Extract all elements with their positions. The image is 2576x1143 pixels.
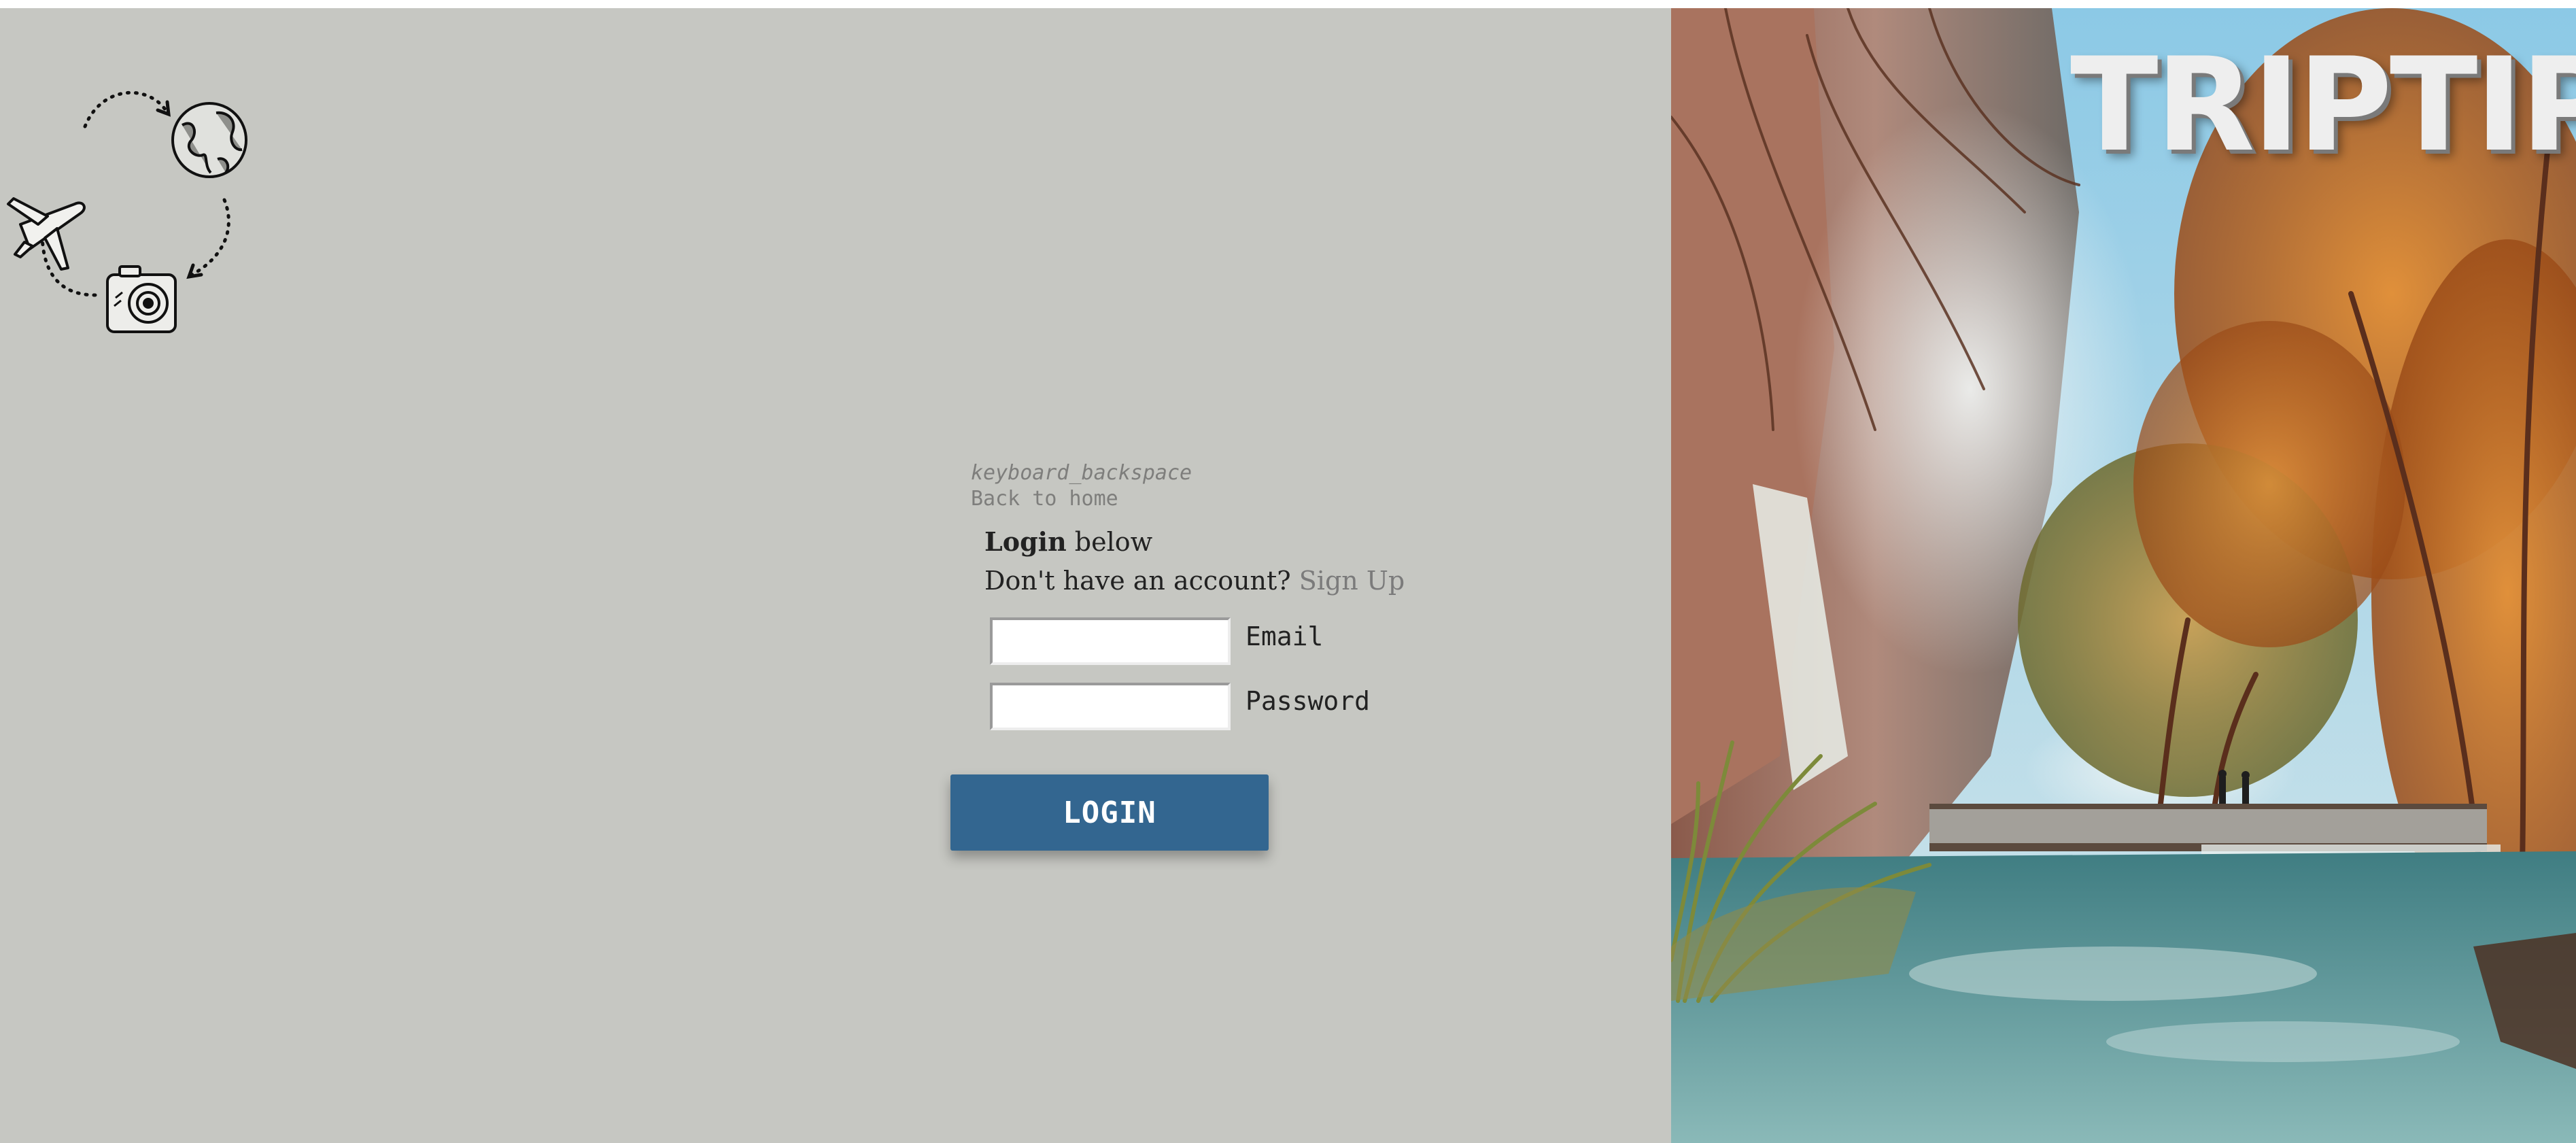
login-button[interactable]: LOGIN	[950, 774, 1269, 851]
sign-up-link[interactable]: Sign Up	[1299, 566, 1405, 596]
back-arrow-icon[interactable]: keyboard_backspace	[971, 461, 1192, 485]
email-label: Email	[1246, 621, 1324, 651]
travel-cycle-logo	[7, 90, 247, 333]
login-panel: keyboard_backspace Back to home Login be…	[0, 8, 1671, 1143]
globe-icon	[171, 102, 247, 178]
signup-prompt-text: Don't have an account?	[984, 566, 1299, 596]
login-heading: Login below	[984, 526, 1152, 557]
signup-prompt: Don't have an account? Sign Up	[984, 566, 1405, 596]
login-form: keyboard_backspace Back to home Login be…	[950, 458, 1508, 866]
login-heading-bold: Login	[984, 526, 1067, 557]
password-field[interactable]	[990, 683, 1231, 730]
login-heading-rest: below	[1066, 527, 1153, 557]
camera-icon	[106, 265, 177, 333]
password-label: Password	[1246, 686, 1371, 716]
brand-title: TRIPTIPS	[2070, 30, 2576, 180]
back-to-home-link[interactable]: Back to home	[971, 487, 1118, 511]
email-field[interactable]	[990, 617, 1231, 665]
hero-image-panel: TRIPTIPS	[1671, 8, 2576, 1143]
